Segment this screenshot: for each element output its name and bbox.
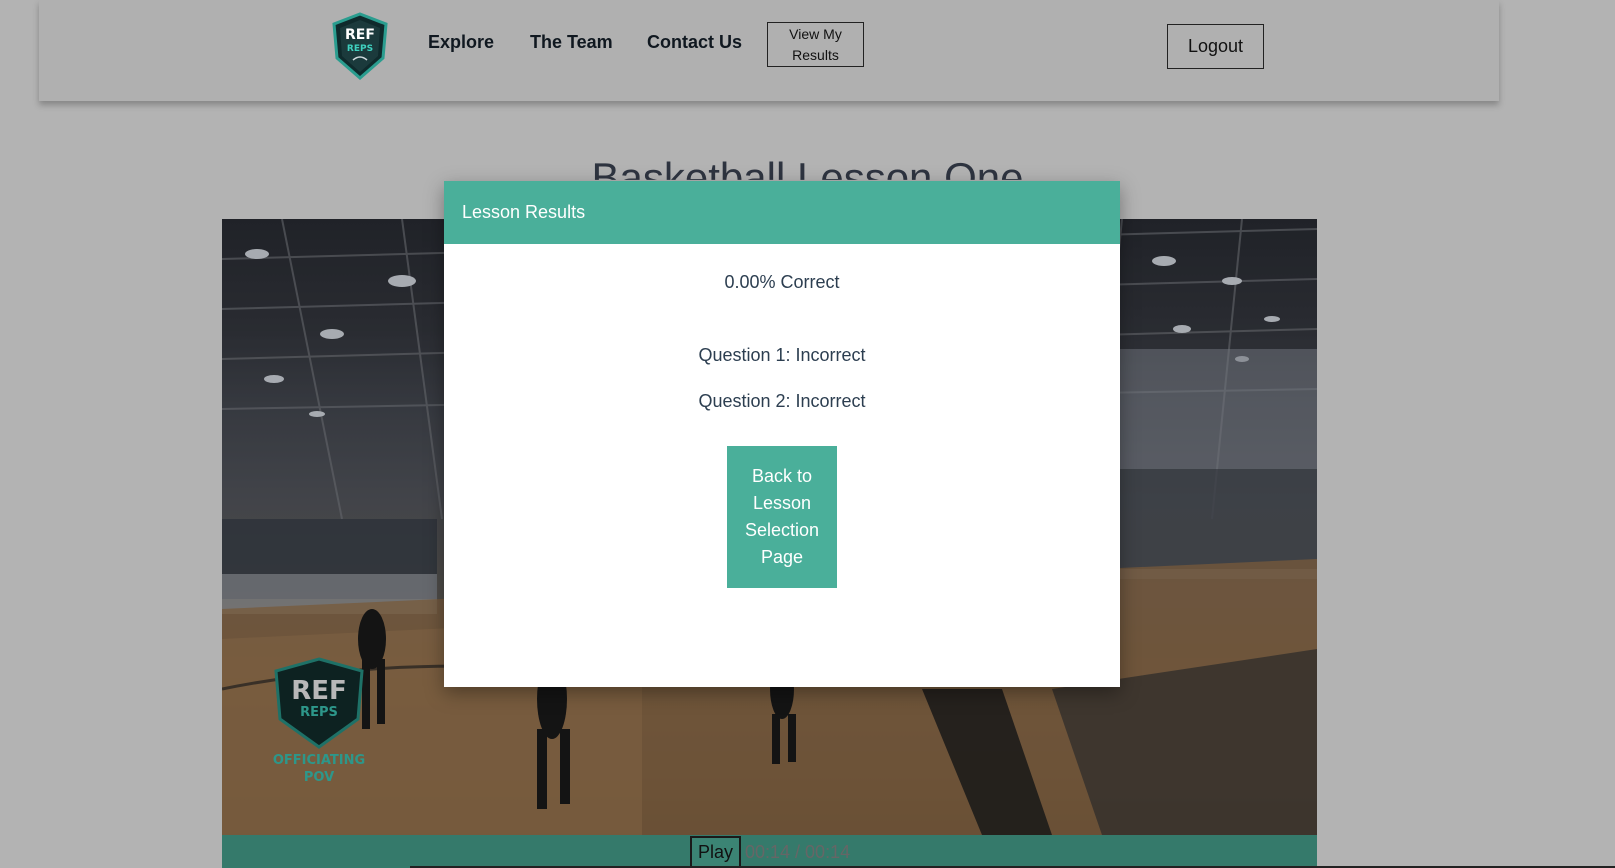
- modal-title: Lesson Results: [444, 181, 1120, 244]
- logout-button[interactable]: Logout: [1167, 24, 1264, 69]
- play-button[interactable]: Play: [690, 836, 741, 868]
- svg-text:REPS: REPS: [347, 44, 373, 54]
- page: REF REPS Explore The Team Contact Us Vie…: [0, 0, 1615, 868]
- nav-the-team[interactable]: The Team: [530, 32, 613, 53]
- svg-text:REF: REF: [345, 27, 375, 43]
- modal-body: 0.00% Correct Question 1: Incorrect Ques…: [444, 272, 1120, 588]
- question-result-2: Question 2: Incorrect: [698, 391, 866, 411]
- nav-contact-us[interactable]: Contact Us: [647, 32, 742, 53]
- lesson-results-modal: Lesson Results 0.00% Correct Question 1:…: [444, 181, 1120, 687]
- ref-reps-logo-icon[interactable]: REF REPS: [331, 12, 389, 80]
- view-my-results-button[interactable]: View My Results: [767, 22, 864, 67]
- score-percentage: 0.00% Correct: [724, 272, 840, 292]
- question-result-1: Question 1: Incorrect: [698, 345, 866, 365]
- video-time-readout: 00:14 / 00:14: [745, 842, 851, 862]
- nav-explore[interactable]: Explore: [428, 32, 494, 53]
- top-navbar: REF REPS Explore The Team Contact Us Vie…: [39, 0, 1499, 101]
- back-to-lesson-selection-button[interactable]: Back to Lesson Selection Page: [727, 446, 837, 588]
